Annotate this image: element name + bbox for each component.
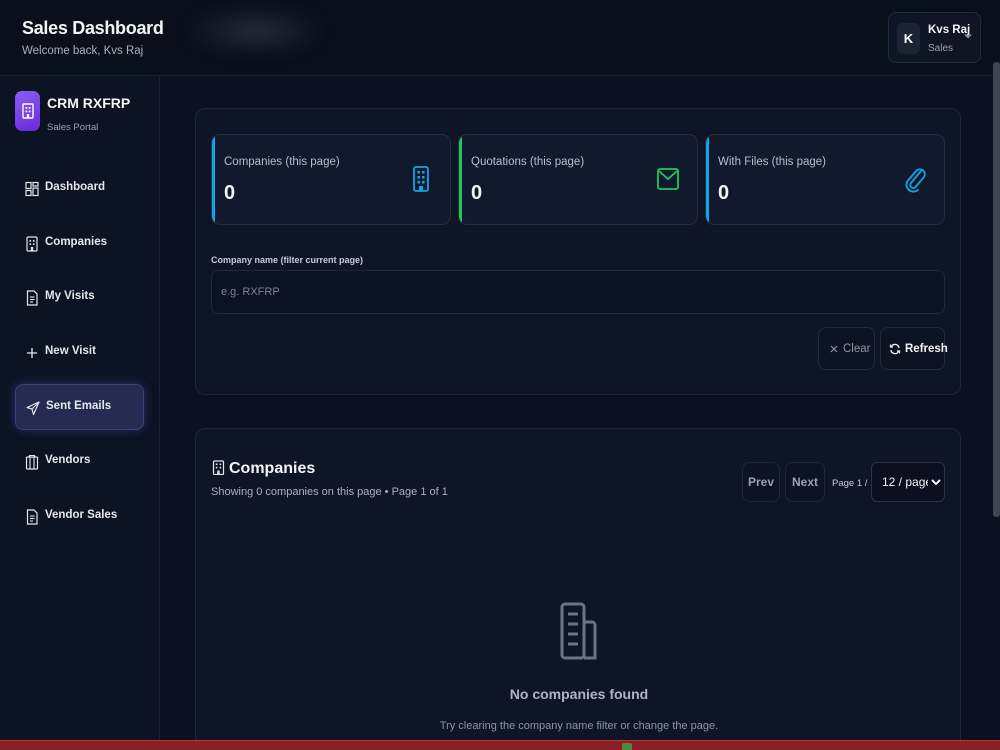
sidebar-item-label: Dashboard (45, 181, 106, 193)
sidebar-item-label: Sent Emails (46, 400, 112, 412)
avatar: K (897, 23, 920, 54)
page-indicator: Page 1 / 1 (832, 478, 876, 489)
document-icon (26, 290, 38, 306)
taskbar-app-icon[interactable] (622, 743, 632, 750)
sidebar-item-label: Vendor Sales (45, 509, 118, 521)
brand-subtitle: Sales Portal (47, 122, 99, 133)
refresh-icon (889, 343, 901, 355)
building-icon (413, 166, 429, 192)
clear-label: Clear (843, 343, 871, 355)
company-name-filter-input[interactable] (211, 270, 945, 314)
close-icon (830, 345, 838, 353)
accent-bar (459, 135, 462, 224)
sidebar-item-dashboard[interactable]: Dashboard (15, 166, 144, 212)
blurred-region (190, 6, 320, 56)
stat-label: Quotations (this page) (471, 156, 585, 168)
accent-bar (706, 135, 709, 224)
empty-state-hint: Try clearing the company name filter or … (439, 720, 719, 732)
sidebar-item-label: Vendors (45, 454, 91, 466)
sidebar-item-label: My Visits (45, 290, 95, 302)
page-title: Sales Dashboard (22, 18, 164, 38)
refresh-label: Refresh (905, 343, 948, 355)
company-filter-label: Company name (filter current page) (211, 255, 364, 265)
refresh-button[interactable]: Refresh (880, 327, 948, 370)
next-page-button[interactable]: Next (785, 462, 825, 502)
sidebar-item-my-visits[interactable]: My Visits (15, 275, 144, 321)
companies-panel: Companies Showing 0 companies on this pa… (195, 428, 961, 750)
companies-title: Companies (229, 460, 316, 477)
empty-building-icon (560, 602, 597, 660)
stat-value: 0 (224, 182, 236, 204)
stat-card-companies: Companies (this page) 0 (211, 134, 451, 225)
building-icon (21, 103, 34, 119)
companies-summary: Showing 0 companies on this page • Page … (211, 486, 448, 498)
user-role: Sales (928, 43, 954, 54)
brand-logo (15, 91, 40, 131)
clear-button[interactable]: Clear (818, 327, 875, 370)
stat-value: 0 (471, 182, 483, 204)
plus-icon (27, 348, 37, 358)
vendors-icon (25, 454, 39, 470)
building-icon (26, 236, 38, 252)
send-icon (26, 401, 40, 416)
top-header: Sales Dashboard Welcome back, Kvs Raj K … (0, 0, 1000, 76)
welcome-text: Welcome back, Kvs Raj (22, 45, 144, 57)
empty-state-title: No companies found (509, 686, 649, 702)
paperclip-icon (905, 168, 926, 193)
sidebar-item-vendor-sales[interactable]: Vendor Sales (15, 494, 144, 540)
stat-card-with-files: With Files (this page) 0 (705, 134, 945, 225)
page-scrollbar[interactable] (993, 62, 1000, 740)
sidebar-item-companies[interactable]: Companies (15, 221, 144, 267)
sidebar-item-new-visit[interactable]: New Visit (15, 330, 144, 376)
user-menu-button[interactable]: K Kvs Raj Sales (888, 12, 981, 63)
summary-filter-panel: Companies (this page) 0 Quotations (this… (195, 108, 961, 395)
document-icon (26, 509, 38, 525)
sidebar: CRM RXFRP Sales Portal Dashboard Compani… (0, 76, 160, 740)
sidebar-item-sent-emails[interactable]: Sent Emails (15, 384, 144, 430)
stat-label: Companies (this page) (224, 156, 340, 168)
chevron-down-icon (964, 34, 972, 39)
sidebar-item-label: Companies (45, 236, 107, 248)
brand-name: CRM RXFRP (47, 95, 131, 111)
os-taskbar (0, 740, 1000, 750)
sidebar-item-label: New Visit (45, 345, 96, 357)
stat-card-quotations: Quotations (this page) 0 (458, 134, 698, 225)
page-size-select[interactable]: 12 / page (871, 462, 945, 502)
sidebar-item-vendors[interactable]: Vendors (15, 439, 144, 485)
building-icon (212, 460, 225, 475)
stat-value: 0 (718, 182, 730, 204)
dashboard-icon (25, 181, 39, 197)
mail-icon (657, 168, 679, 190)
stat-label: With Files (this page) (718, 156, 827, 168)
prev-page-button[interactable]: Prev (742, 462, 780, 502)
accent-bar (212, 135, 215, 224)
scrollbar-thumb[interactable] (993, 62, 1000, 517)
